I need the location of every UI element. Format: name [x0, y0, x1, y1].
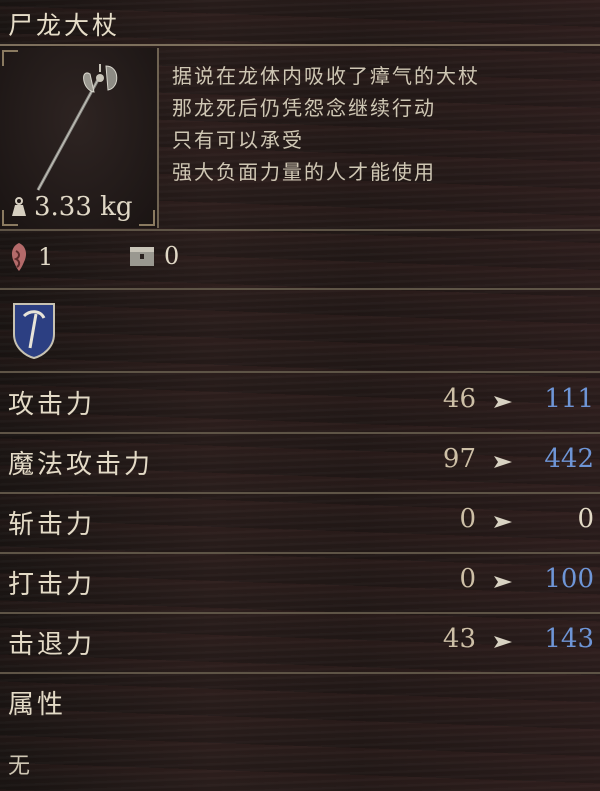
weight-icon: [12, 197, 26, 216]
attribute-label: 属性: [8, 690, 67, 720]
stat-new-value: 442: [544, 444, 594, 474]
arrow-icon: [494, 576, 512, 588]
description-line: 据说在龙体内吸收了瘴气的大杖: [172, 64, 480, 88]
weapon-staff-icon: [36, 64, 118, 191]
affinity-badge-icon: [13, 303, 55, 360]
stat-row-slash: 斩击力 0 0: [0, 494, 600, 552]
arrow-icon: [494, 636, 512, 648]
stat-old-value: 0: [459, 564, 476, 594]
item-image-frame: 3.33 kg: [0, 48, 159, 228]
affinity-row: [0, 290, 600, 370]
storage-value: 0: [164, 242, 180, 270]
item-description: 据说在龙体内吸收了瘴气的大杖 那龙死后仍凭怨念继续行动 只有可以承受 强大负面力…: [160, 48, 600, 228]
description-line: 那龙死后仍凭怨念继续行动: [172, 96, 436, 120]
arrow-icon: [494, 516, 512, 528]
stat-new-value: 143: [544, 624, 594, 654]
stat-new-value: 111: [544, 384, 594, 414]
stat-row-magic-attack: 魔法攻击力 97 442: [0, 434, 600, 492]
stat-label: 魔法攻击力: [8, 450, 154, 480]
stat-new-value: 100: [544, 564, 594, 594]
weight-value: 3.33 kg: [34, 192, 133, 222]
stat-label: 斩击力: [8, 510, 96, 540]
divider: [0, 672, 600, 674]
divider: [0, 371, 600, 373]
stat-new-value: 0: [577, 504, 594, 534]
weight-display: 3.33 kg: [8, 192, 133, 222]
storage-chest-icon: [130, 247, 154, 266]
arrow-icon: [494, 456, 512, 468]
arc-requirement-value: 1: [38, 243, 54, 271]
stat-old-value: 46: [442, 384, 476, 414]
stat-label: 打击力: [8, 570, 96, 600]
description-line: 强大负面力量的人才能使用: [172, 160, 436, 184]
frame-corner: [2, 50, 18, 66]
title-divider: [0, 44, 600, 46]
stat-row-attack: 攻击力 46 111: [0, 374, 600, 432]
stat-label: 击退力: [8, 630, 96, 660]
stat-row-knockback: 击退力 43 143: [0, 614, 600, 672]
attribute-value: 无: [8, 754, 31, 779]
item-name: 尸龙大杖: [8, 11, 121, 40]
arc-requirement: 1: [8, 242, 53, 272]
divider: [0, 229, 600, 231]
stat-row-strike: 打击力 0 100: [0, 554, 600, 612]
storage-requirement: 0: [128, 242, 179, 270]
title-bar: 尸龙大杖: [0, 0, 600, 44]
stat-old-value: 97: [442, 444, 476, 474]
arrow-icon: [494, 396, 512, 408]
stat-old-value: 43: [442, 624, 476, 654]
stat-old-value: 0: [459, 504, 476, 534]
arc-requirement-icon: [11, 243, 27, 271]
stat-label: 攻击力: [8, 390, 96, 420]
description-line: 只有可以承受: [172, 128, 304, 152]
frame-corner: [139, 210, 155, 226]
requirements-row: 1 0: [0, 232, 600, 286]
